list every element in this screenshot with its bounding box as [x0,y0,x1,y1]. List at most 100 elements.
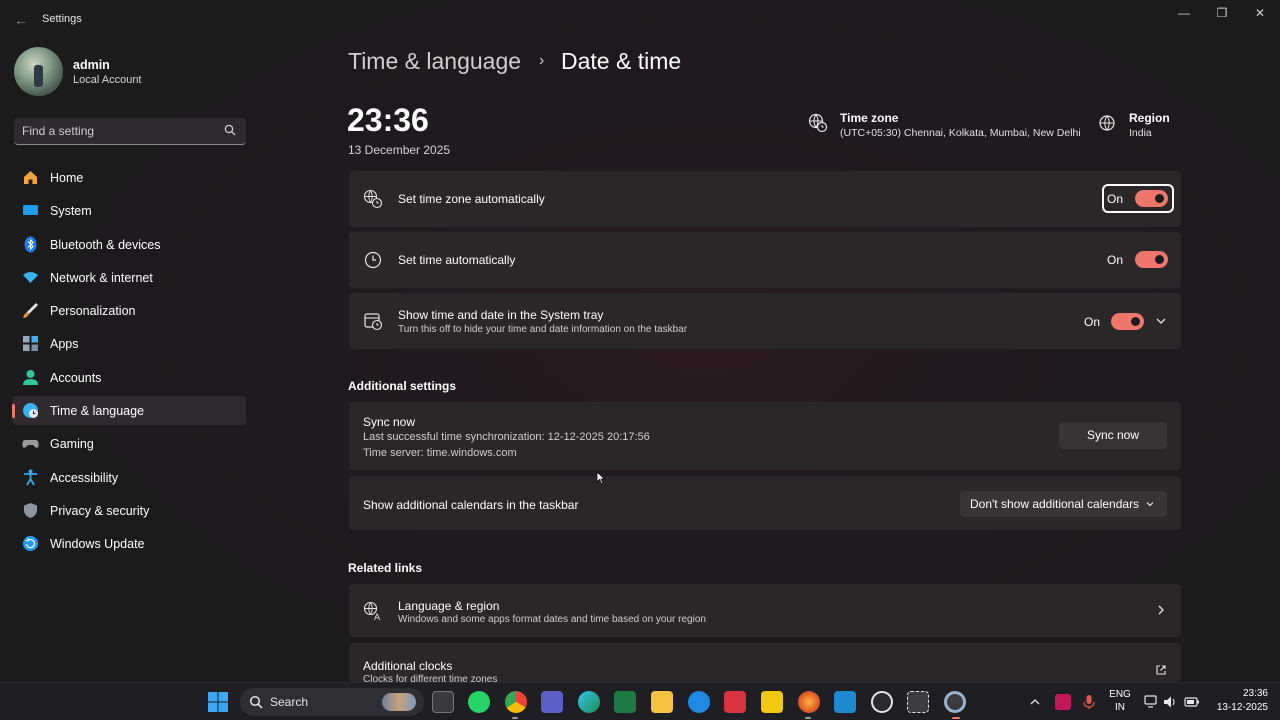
settings-window: ← Settings — ❐ ✕ admin Local Account Hom… [0,0,1280,682]
sync-title: Sync now [363,415,416,429]
sidebar-item-label: Gaming [50,437,94,452]
section-heading: Additional settings [348,379,456,393]
taskbar: Search ENG IN 23:36 13-12-2025 [0,682,1280,720]
toggle-state-label: On [1107,253,1124,267]
chevron-up-icon[interactable] [1029,696,1041,708]
sidebar-item-accounts[interactable]: Accounts [12,363,246,392]
windows-start-icon[interactable] [207,691,229,713]
setting-title: Show time and date in the System tray [398,308,604,322]
wifi-icon [23,271,38,283]
setting-card-sync: Sync now Last successful time synchroniz… [349,402,1181,470]
current-date: 13 December 2025 [348,143,451,157]
sidebar-item-gaming[interactable]: Gaming [12,429,246,458]
link-subtitle: Windows and some apps format dates and t… [398,614,706,625]
section-heading: Related links [348,561,423,575]
sync-now-button[interactable]: Sync now [1059,422,1167,449]
sidebar-item-time-language[interactable]: Time & language [12,396,246,426]
teams-icon[interactable] [541,691,563,713]
battery-icon[interactable] [1184,696,1200,708]
system-tray-toggle[interactable] [1111,313,1144,330]
globe-clock-icon [363,189,383,209]
whatsapp-icon[interactable] [468,691,490,713]
mouse-cursor-icon [596,471,606,485]
home-icon [24,171,37,184]
gamepad-icon [22,440,39,449]
sidebar-item-personalization[interactable]: Personalization [12,296,246,325]
search-icon[interactable] [224,124,236,136]
minimize-button[interactable]: — [1169,4,1199,22]
power-bi-icon[interactable] [761,691,783,713]
avatar[interactable] [14,47,63,96]
network-icon[interactable] [1144,695,1160,709]
timezone-value: (UTC+05:30) Chennai, Kolkata, Mumbai, Ne… [840,127,1081,139]
search-highlight-image [382,693,416,711]
anydesk-icon[interactable] [724,691,746,713]
link-subtitle: Clocks for different time zones [363,674,498,682]
volume-icon[interactable] [1163,695,1177,709]
chevron-down-icon[interactable] [1155,315,1167,327]
system-icon [23,205,38,216]
app-title: Settings [42,13,82,25]
timezone-auto-toggle[interactable] [1135,190,1168,207]
back-arrow-icon[interactable]: ← [12,11,30,29]
excel-icon[interactable] [614,691,636,713]
toggle-state-label: On [1084,315,1101,329]
taskbar-clock[interactable]: 23:36 [1208,688,1268,699]
search-box[interactable] [14,118,246,145]
language-indicator[interactable]: ENG [1105,689,1135,700]
file-explorer-icon[interactable] [651,691,673,713]
remote-app-icon[interactable] [688,691,710,713]
clock-icon [364,251,382,269]
taskbar-search[interactable]: Search [240,688,424,716]
sidebar-item-apps[interactable]: Apps [12,329,246,358]
setting-card-system-tray[interactable]: Show time and date in the System tray Tu… [349,293,1181,349]
current-time: 23:36 [347,102,429,138]
running-app-indicator [805,717,811,719]
restore-button[interactable]: ❐ [1207,4,1237,22]
snipping-tool-icon[interactable] [907,691,929,713]
firefox-icon[interactable] [798,691,820,713]
link-title: Language & region [398,599,500,613]
calendars-dropdown[interactable]: Don't show additional calendars [960,491,1167,517]
chevron-down-icon [1146,502,1154,507]
vscode-icon[interactable] [834,691,856,713]
breadcrumb-parent[interactable]: Time & language [348,48,521,75]
setting-card-calendars: Show additional calendars in the taskbar… [349,476,1181,530]
related-link-additional-clocks[interactable]: Additional clocks Clocks for different t… [349,643,1181,682]
calendar-clock-icon [364,313,383,331]
sidebar-item-label: Accounts [50,370,102,385]
globe-clock-icon [23,403,38,419]
taskbar-search-label: Search [270,695,309,709]
accessibility-icon [24,469,37,486]
sidebar-item-privacy[interactable]: Privacy & security [12,496,246,525]
sidebar-nav: Home System Bluetooth & devices Network … [12,163,246,563]
toggle-state-label: On [1107,192,1124,206]
page-title: Date & time [561,48,682,74]
sidebar-item-label: Windows Update [50,537,145,552]
apps-icon [23,336,38,352]
edge-icon[interactable] [578,691,600,713]
sidebar-item-bluetooth[interactable]: Bluetooth & devices [12,230,246,259]
close-button[interactable]: ✕ [1245,4,1275,22]
sidebar-item-system[interactable]: System [12,196,246,225]
tray-app-icon[interactable] [1055,694,1071,710]
sidebar-item-windows-update[interactable]: Windows Update [12,529,246,558]
sidebar-item-network[interactable]: Network & internet [12,263,246,292]
sidebar-item-label: Personalization [50,304,136,319]
sidebar-item-home[interactable]: Home [12,163,246,192]
task-view-icon[interactable] [432,691,454,713]
chrome-icon[interactable] [505,691,527,713]
update-icon [23,536,38,552]
language-region-indicator[interactable]: IN [1105,702,1135,713]
time-auto-toggle[interactable] [1135,251,1168,268]
related-link-language-region[interactable]: A Language & region Windows and some app… [349,584,1181,637]
search-input[interactable] [22,122,212,140]
microphone-icon[interactable] [1082,694,1096,710]
sidebar-item-accessibility[interactable]: Accessibility [12,463,246,492]
time-server: Time server: time.windows.com [363,447,517,459]
chatgpt-icon[interactable] [871,691,893,713]
sidebar-item-label: Network & internet [50,270,153,285]
taskbar-date[interactable]: 13-12-2025 [1204,702,1268,713]
settings-gear-icon[interactable] [944,691,966,713]
profile-account-type: Local Account [73,74,142,86]
